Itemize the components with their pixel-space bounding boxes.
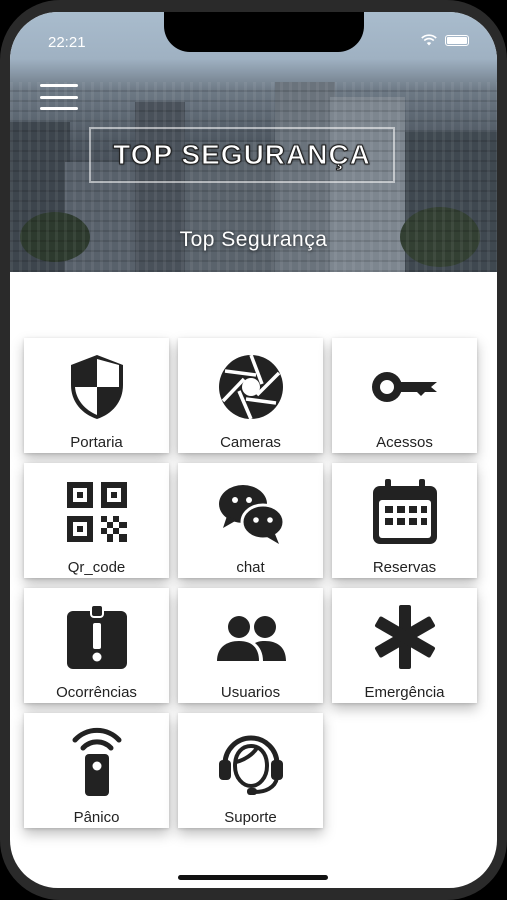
tile-label: Pânico [73, 809, 120, 826]
tile-chat[interactable]: chat [178, 463, 323, 578]
tile-label: Qr_code [67, 559, 126, 576]
tile-cameras[interactable]: Cameras [178, 338, 323, 453]
chat-bubbles-icon [212, 473, 290, 551]
calendar-icon [366, 473, 444, 551]
phone-frame: 22:21 TOP SEGURANÇA Top Segurança Portar… [0, 0, 507, 900]
wifi-icon [421, 34, 437, 46]
key-icon [366, 348, 444, 426]
asterisk-icon [366, 598, 444, 676]
clipboard-alert-icon [58, 598, 136, 676]
tile-emergencia[interactable]: Emergência [332, 588, 477, 703]
home-indicator[interactable] [178, 875, 328, 880]
tile-ocorrencias[interactable]: Ocorrências [24, 588, 169, 703]
tile-label: chat [236, 559, 265, 576]
tile-label: Reservas [372, 559, 437, 576]
brand-logo-text: TOP SEGURANÇA [113, 139, 371, 171]
tile-label: Ocorrências [56, 684, 137, 701]
shield-icon [58, 348, 136, 426]
status-icons [421, 34, 469, 46]
app-screen: 22:21 TOP SEGURANÇA Top Segurança Portar… [10, 12, 497, 888]
tile-label: Suporte [224, 809, 277, 826]
tile-qr-code[interactable]: Qr_code [24, 463, 169, 578]
tile-panico[interactable]: Pânico [24, 713, 169, 828]
battery-icon [445, 34, 469, 46]
status-time: 22:21 [48, 34, 86, 51]
menu-grid: Portaria Cameras Acessos Qr_code chat Re… [24, 338, 484, 828]
tile-reservas[interactable]: Reservas [332, 463, 477, 578]
tile-suporte[interactable]: Suporte [178, 713, 323, 828]
device-notch [164, 12, 364, 52]
tile-label: Portaria [70, 434, 123, 451]
tile-portaria[interactable]: Portaria [24, 338, 169, 453]
headset-support-icon [212, 723, 290, 801]
camera-aperture-icon [212, 348, 290, 426]
tile-label: Acessos [376, 434, 433, 451]
users-icon [212, 598, 290, 676]
tile-usuarios[interactable]: Usuarios [178, 588, 323, 703]
hamburger-menu-button[interactable] [40, 84, 78, 110]
tile-label: Usuarios [220, 684, 281, 701]
panic-remote-icon [58, 723, 136, 801]
page-title: Top Segurança [179, 228, 328, 251]
tile-acessos[interactable]: Acessos [332, 338, 477, 453]
tile-label: Emergência [364, 684, 445, 701]
brand-logo: TOP SEGURANÇA [89, 127, 395, 183]
qr-code-icon [58, 473, 136, 551]
tile-label: Cameras [220, 434, 281, 451]
